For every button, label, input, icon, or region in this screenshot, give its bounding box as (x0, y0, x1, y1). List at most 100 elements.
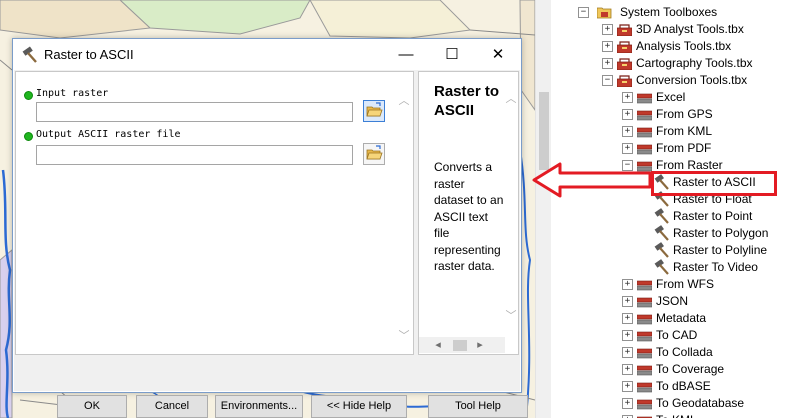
tree-item-label: To Collada (656, 345, 713, 359)
maximize-button[interactable]: ☐ (429, 39, 475, 70)
expand-icon[interactable]: + (622, 398, 633, 409)
close-button[interactable]: ✕ (475, 39, 521, 70)
scroll-up-arrow-icon[interactable]: ︿ (504, 90, 518, 106)
collapse-icon[interactable]: − (602, 75, 613, 86)
tree-item-label: Metadata (656, 311, 707, 325)
toolset-icon (637, 110, 652, 121)
required-indicator-icon (24, 132, 33, 141)
tree-item-label: Raster to Polygon (673, 226, 769, 240)
scroll-down-arrow-icon[interactable]: ﹀ (504, 307, 518, 323)
toolset-icon (637, 348, 652, 359)
tree-item-label: JSON (656, 294, 689, 308)
map-scroll-thumb[interactable] (539, 92, 549, 170)
help-vertical-scrollbar[interactable]: ︿ ﹀ (504, 72, 518, 337)
expand-icon[interactable]: + (602, 24, 613, 35)
dialog-body: Input raster Output ASCII raster file ︿ … (14, 70, 528, 418)
required-indicator-icon (24, 91, 33, 100)
tree-item-label: To dBASE (656, 379, 711, 393)
expand-icon[interactable]: + (622, 381, 633, 392)
output-ascii-field[interactable] (36, 145, 353, 165)
scroll-down-arrow-icon[interactable]: ﹀ (397, 327, 411, 343)
tree-item-label: From KML (656, 124, 713, 138)
toolset-icon (637, 297, 652, 308)
help-hscroll-thumb[interactable] (453, 340, 467, 351)
collapse-icon[interactable]: − (578, 7, 589, 18)
folder-open-icon (366, 102, 383, 117)
expand-icon[interactable]: + (602, 41, 613, 52)
dialog-titlebar[interactable]: Raster to ASCII — ☐ ✕ (13, 39, 521, 70)
help-title: Raster to ASCII (434, 83, 500, 119)
expand-icon[interactable]: + (622, 313, 633, 324)
hide-help-button[interactable]: << Hide Help (311, 395, 407, 418)
toolbox-icon (617, 41, 632, 53)
input-raster-field[interactable] (36, 102, 353, 122)
browse-output-button[interactable] (363, 143, 385, 165)
expand-icon[interactable]: + (622, 143, 633, 154)
tree-item-label: To Geodatabase (656, 396, 745, 410)
scroll-left-arrow-icon[interactable]: ◂ (431, 338, 445, 351)
tree-item-label: From GPS (656, 107, 713, 121)
expand-icon[interactable]: + (622, 92, 633, 103)
toolset-icon (637, 365, 652, 376)
toolbox-icon (617, 58, 632, 70)
ok-button[interactable]: OK (57, 395, 127, 418)
minimize-button[interactable]: — (383, 39, 429, 70)
expand-icon[interactable]: + (622, 126, 633, 137)
tree-item-label: System Toolboxes (620, 5, 718, 19)
tree-item-label: Conversion Tools.tbx (636, 73, 748, 87)
toolset-icon (637, 127, 652, 138)
tree-item-label: Excel (656, 90, 686, 104)
highlight-annotation (651, 171, 777, 196)
hammer-icon (654, 242, 669, 258)
tree-item-label: Raster to Polyline (673, 243, 768, 257)
tree-item-label: To Coverage (656, 362, 725, 376)
hammer-icon (22, 46, 37, 63)
toolset-icon (637, 399, 652, 410)
hammer-icon (654, 208, 669, 224)
red-arrow-annotation (532, 162, 652, 198)
folder-open-icon (366, 145, 383, 160)
tree-item-label: From PDF (656, 141, 712, 155)
tree-item-label: To KML (656, 412, 697, 418)
environments-button[interactable]: Environments... (215, 395, 303, 418)
toolbox-icon (617, 24, 632, 36)
input-raster-label: Input raster (36, 88, 109, 99)
expand-icon[interactable]: + (622, 364, 633, 375)
toolset-icon (637, 416, 652, 418)
catalog-tree: − System Toolboxes +3D Analyst Tools.tbx… (551, 0, 787, 418)
parameters-scrollbar[interactable]: ︿ ﹀ (397, 72, 411, 354)
tree-item-label: From WFS (656, 277, 714, 291)
toolset-icon (637, 280, 652, 291)
toolset-icon (637, 93, 652, 104)
toolbox-icon (617, 75, 632, 87)
expand-icon[interactable]: + (622, 109, 633, 120)
help-panel: Raster to ASCII Converts a raster datase… (418, 71, 519, 355)
output-ascii-label: Output ASCII raster file (36, 129, 181, 140)
tree-item-label: Raster To Video (673, 260, 758, 274)
scroll-up-arrow-icon[interactable]: ︿ (397, 92, 411, 108)
help-horizontal-scrollbar[interactable]: ◂ ▸ (419, 337, 505, 353)
tree-item-label: Analysis Tools.tbx (636, 39, 732, 53)
tool-help-button[interactable]: Tool Help (428, 395, 528, 418)
tree-item-label: 3D Analyst Tools.tbx (636, 22, 744, 36)
help-description: Converts a raster dataset to an ASCII te… (434, 160, 504, 273)
scroll-right-arrow-icon[interactable]: ▸ (473, 338, 487, 351)
browse-input-button[interactable] (363, 100, 385, 122)
toolset-icon (637, 382, 652, 393)
dialog-title: Raster to ASCII (44, 47, 134, 62)
toolset-icon (637, 314, 652, 325)
toolset-icon (637, 144, 652, 155)
raster-to-ascii-dialog: Raster to ASCII — ☐ ✕ Input raster Outpu… (12, 38, 528, 418)
hammer-icon (654, 225, 669, 241)
cancel-button[interactable]: Cancel (136, 395, 208, 418)
hammer-icon (654, 259, 669, 275)
tree-item-label: Raster to Point (673, 209, 753, 223)
expand-icon[interactable]: + (622, 330, 633, 341)
map-scrollbar[interactable] (535, 0, 552, 418)
tree-item-label: Cartography Tools.tbx (636, 56, 753, 70)
expand-icon[interactable]: + (622, 296, 633, 307)
tree-item-label: To CAD (656, 328, 698, 342)
expand-icon[interactable]: + (622, 279, 633, 290)
expand-icon[interactable]: + (622, 347, 633, 358)
expand-icon[interactable]: + (602, 58, 613, 69)
